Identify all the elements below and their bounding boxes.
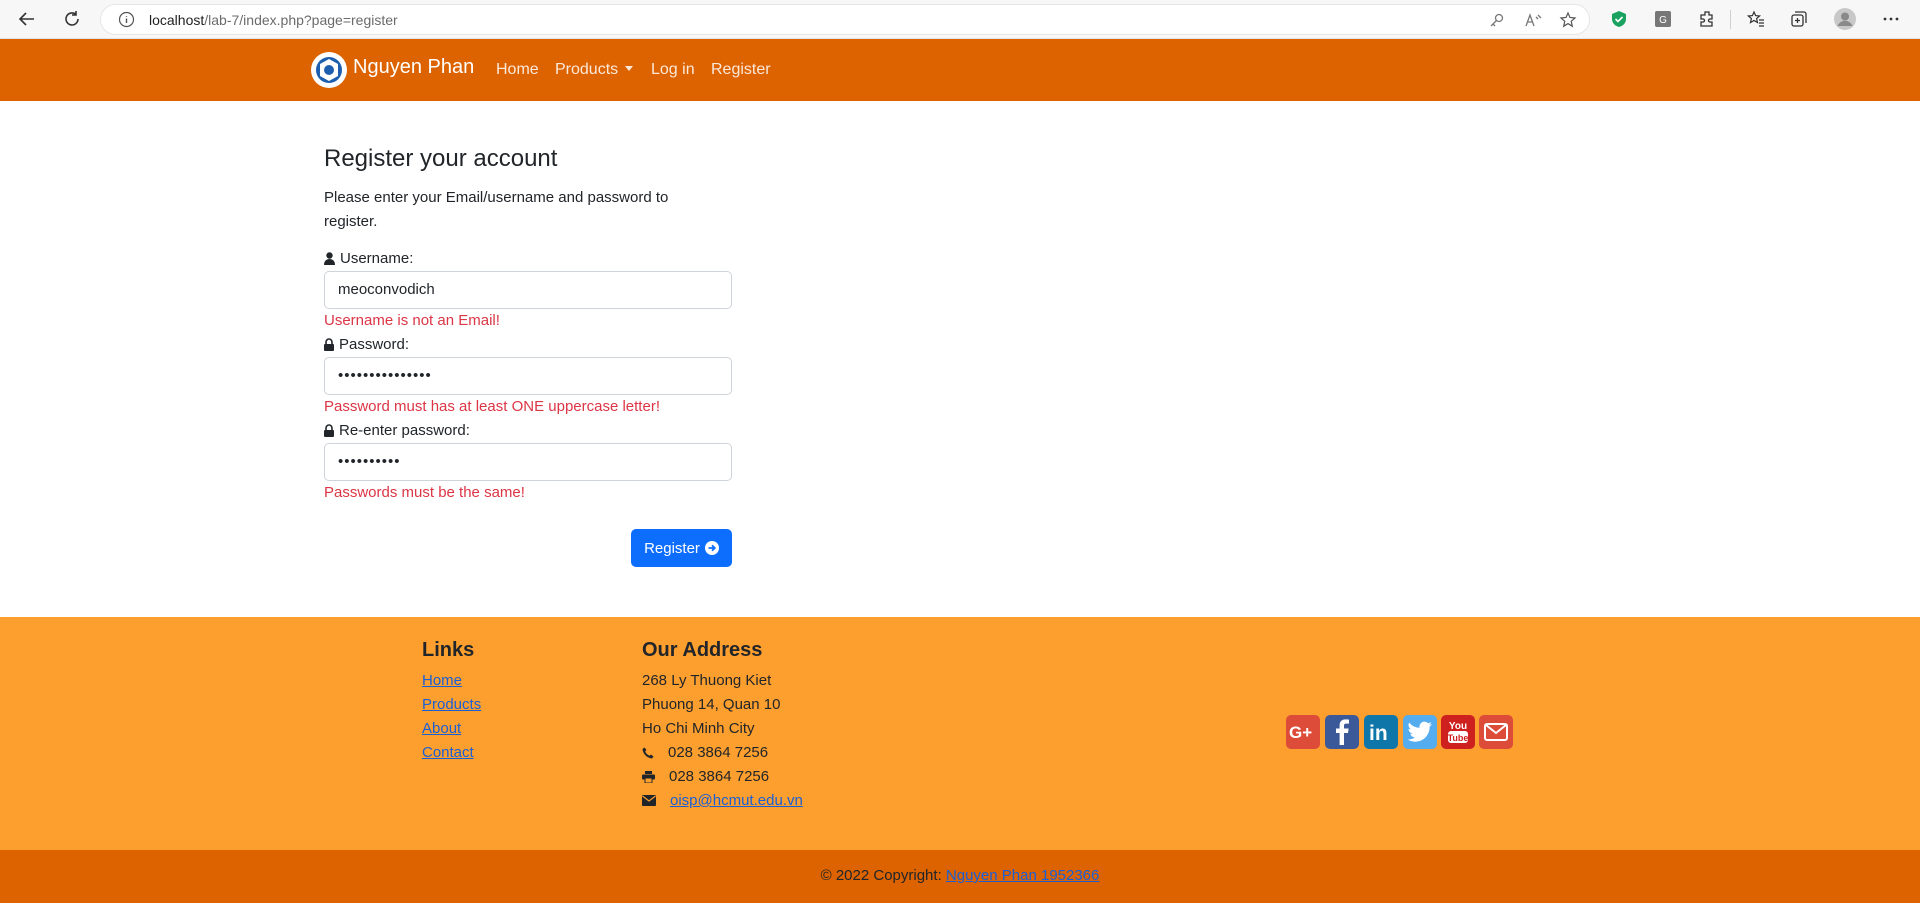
svg-text:G: G (1659, 15, 1667, 26)
lock-icon (324, 338, 334, 351)
key-icon[interactable] (1488, 11, 1506, 29)
repassword-label-text: Re-enter password: (339, 422, 470, 439)
repassword-error: Passwords must be the same! (324, 484, 525, 501)
footer-email-link[interactable]: oisp@hcmut.edu.vn (670, 792, 803, 809)
links-title: Links (422, 639, 475, 661)
email-row: oisp@hcmut.edu.vn (642, 792, 803, 809)
svg-text:You: You (1449, 721, 1467, 732)
read-aloud-icon[interactable] (1524, 11, 1542, 29)
envelope-icon (642, 795, 656, 806)
address-line-2: Phuong 14, Quan 10 (642, 696, 781, 713)
grammar-extension-icon[interactable]: G (1652, 8, 1674, 30)
phone-row: 028 3864 7256 (642, 744, 768, 761)
footer-link-home[interactable]: Home (422, 672, 462, 689)
copyright-link[interactable]: Nguyen Phan 1952366 (946, 867, 1099, 884)
mail-icon[interactable] (1479, 715, 1513, 749)
footer-link-contact[interactable]: Contact (422, 744, 474, 761)
username-label: Username: (324, 250, 413, 267)
url-host: localhost (149, 12, 205, 28)
phone-icon (642, 747, 654, 758)
repassword-value: •••••••••• (338, 453, 401, 470)
copyright-prefix: © 2022 Copyright: (820, 867, 942, 884)
more-menu-icon[interactable] (1880, 8, 1902, 30)
password-error: Password must has at least ONE uppercase… (324, 398, 660, 415)
username-error: Username is not an Email! (324, 312, 500, 329)
shield-extension-icon[interactable] (1608, 8, 1630, 30)
password-input[interactable]: ••••••••••••••• (324, 357, 732, 395)
username-input[interactable]: meoconvodich (324, 271, 732, 309)
fax-number: 028 3864 7256 (669, 768, 770, 785)
phone-number: 028 3864 7256 (668, 744, 769, 761)
svg-text:in: in (1369, 722, 1388, 744)
back-icon[interactable] (14, 6, 40, 32)
youtube-icon[interactable]: You Tube (1441, 715, 1475, 749)
password-label-text: Password: (339, 336, 410, 353)
info-icon[interactable] (118, 11, 135, 28)
extensions-icon[interactable] (1696, 8, 1718, 30)
collections-icon[interactable] (1788, 8, 1810, 30)
arrow-circle-right-icon (704, 541, 719, 555)
favorites-icon[interactable] (1745, 8, 1767, 30)
toolbar-divider (1730, 10, 1731, 29)
linkedin-icon[interactable]: in (1364, 715, 1398, 749)
footer-link-about[interactable]: About (422, 720, 461, 737)
site-footer: Links Home Products About Contact Our Ad… (0, 617, 1920, 850)
favorite-icon[interactable] (1559, 11, 1577, 29)
refresh-icon[interactable] (59, 6, 85, 32)
repassword-input[interactable]: •••••••••• (324, 443, 732, 481)
username-label-text: Username: (340, 250, 414, 267)
copyright-text: © 2022 Copyright: Nguyen Phan 1952366 (0, 867, 1920, 884)
google-plus-icon[interactable]: G+ (1286, 715, 1320, 749)
footer-link-products[interactable]: Products (422, 696, 481, 713)
password-value: ••••••••••••••• (338, 367, 432, 384)
repassword-label: Re-enter password: (324, 422, 470, 439)
register-button[interactable]: Register (631, 529, 732, 567)
profile-avatar-icon[interactable] (1834, 8, 1856, 30)
svg-text:G+: G+ (1289, 723, 1312, 742)
print-icon (642, 770, 655, 783)
fax-row: 028 3864 7256 (642, 768, 769, 785)
twitter-icon[interactable] (1403, 715, 1437, 749)
address-line-1: 268 Ly Thuong Kiet (642, 672, 772, 689)
address-title: Our Address (642, 639, 763, 661)
password-label: Password: (324, 336, 409, 353)
site-navbar: Nguyen Phan Home Products Log in Registe… (0, 39, 1920, 101)
username-value: meoconvodich (338, 281, 435, 298)
svg-text:Tube: Tube (1448, 733, 1469, 743)
register-button-label: Register (644, 539, 700, 557)
facebook-icon[interactable] (1325, 715, 1359, 749)
browser-toolbar: localhost/lab-7/index.php?page=register … (0, 0, 1920, 39)
address-line-3: Ho Chi Minh City (642, 720, 755, 737)
copyright-bar: © 2022 Copyright: Nguyen Phan 1952366 (0, 850, 1920, 903)
user-icon (324, 252, 335, 265)
lock-icon (324, 424, 334, 437)
